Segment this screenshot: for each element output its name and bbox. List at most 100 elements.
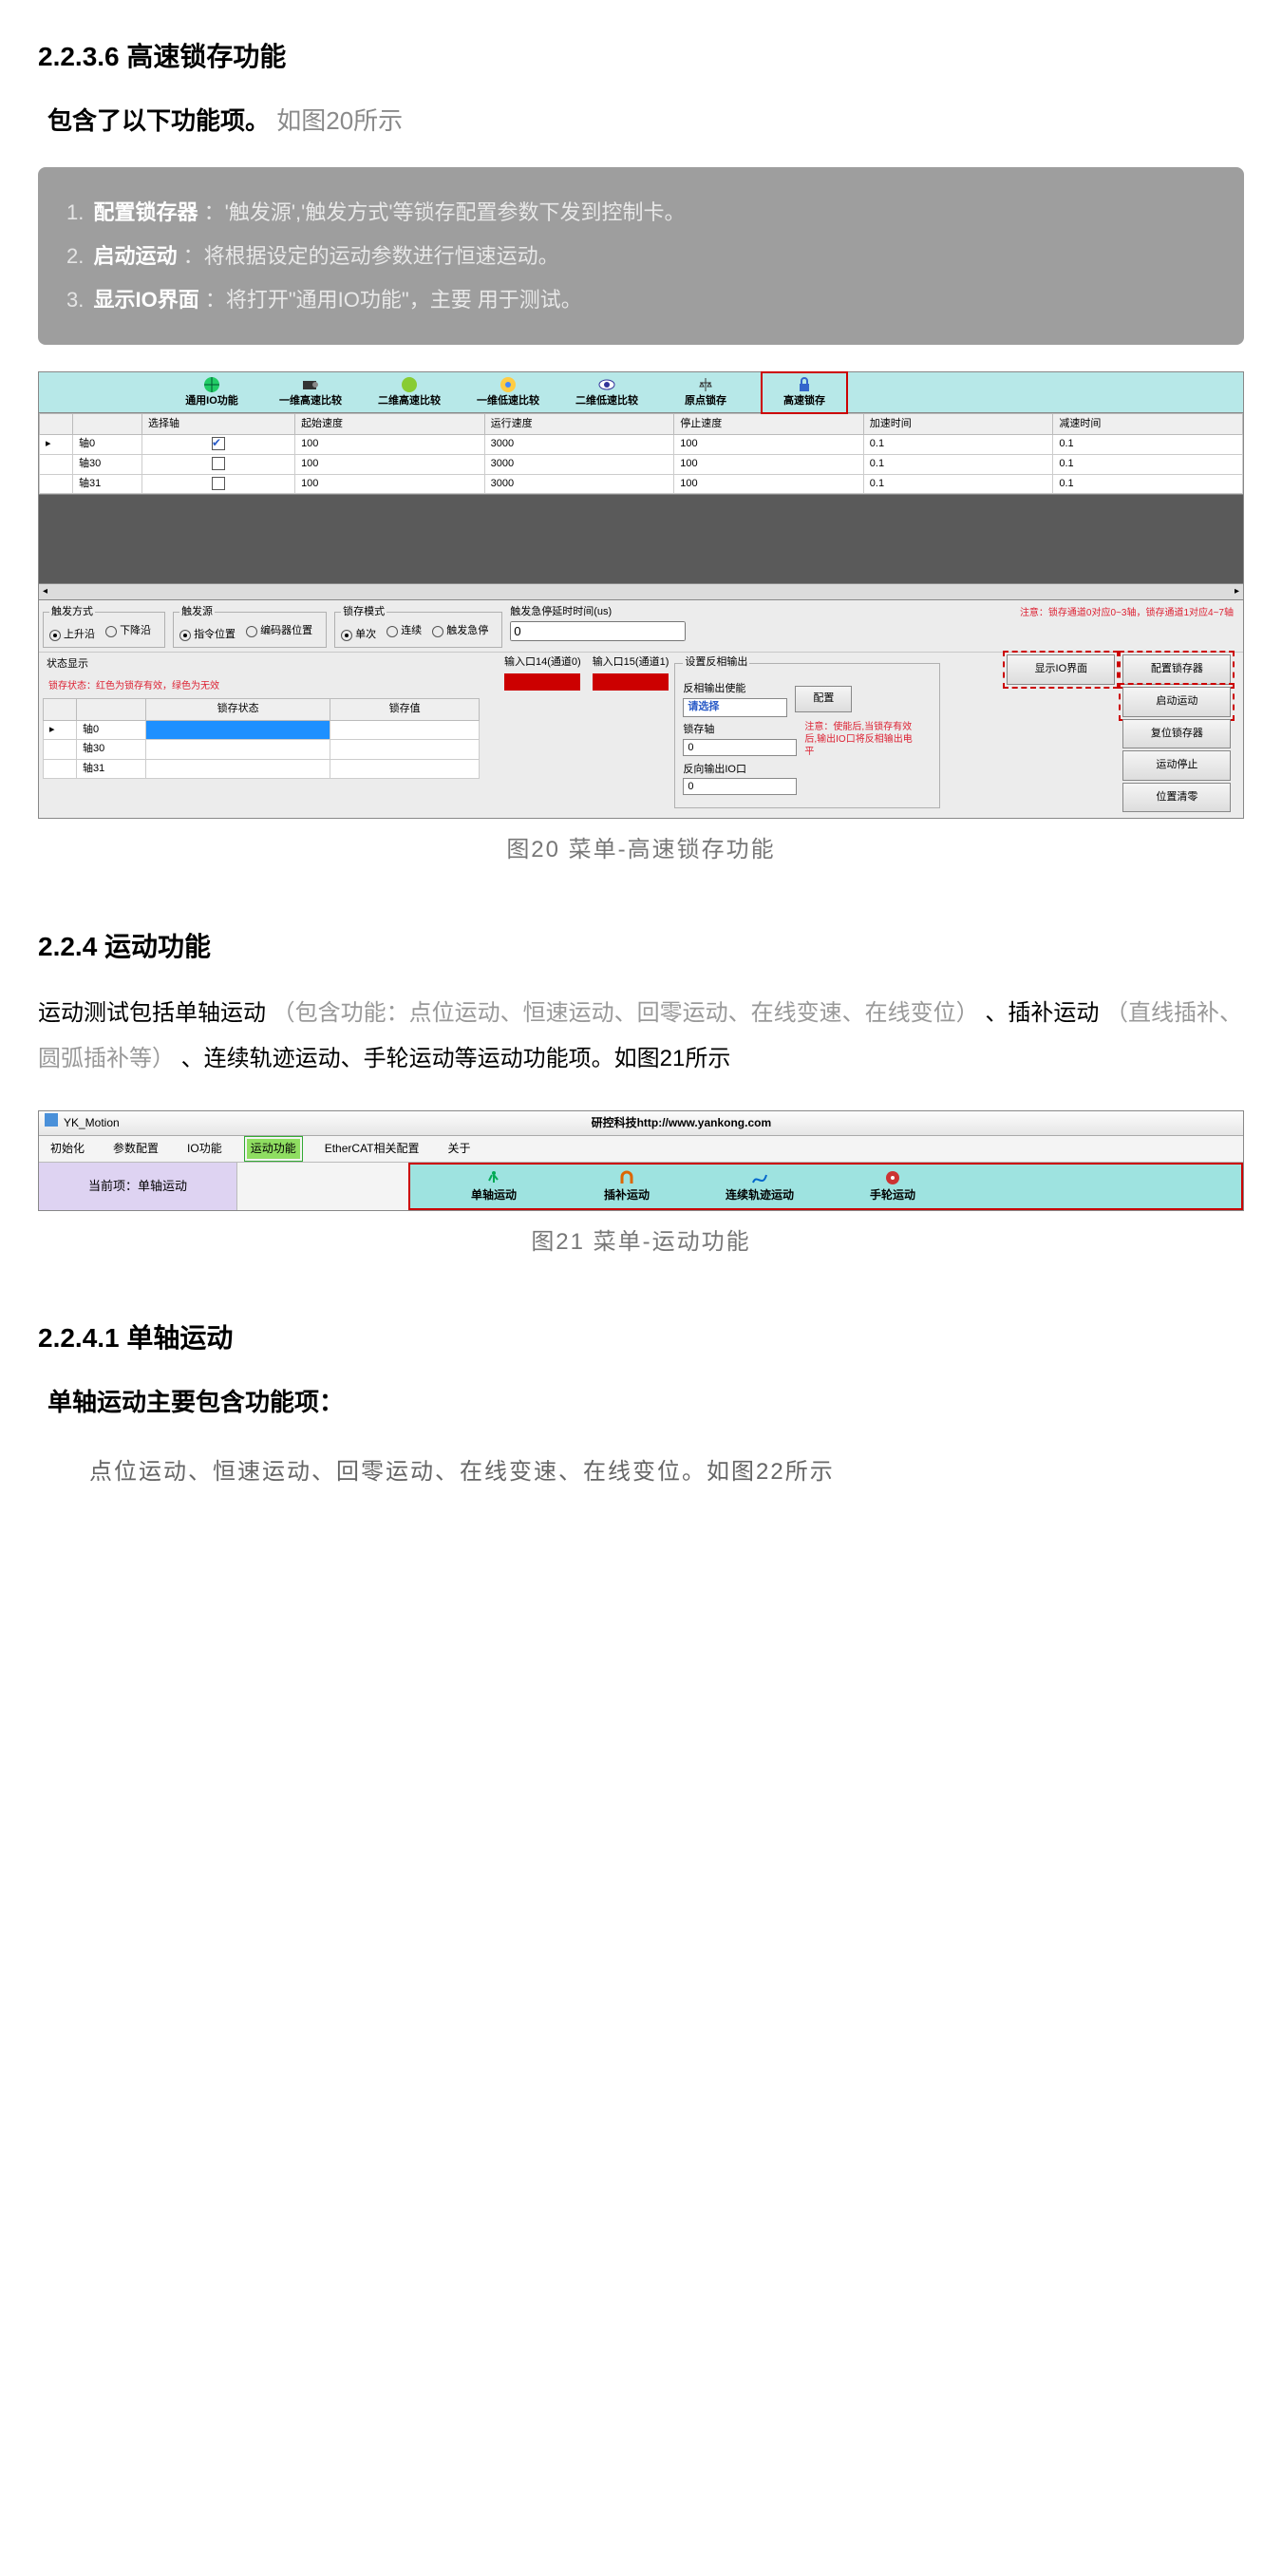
- tab-label: 插补运动: [604, 1186, 650, 1204]
- menu-motion[interactable]: 运动功能: [247, 1139, 300, 1159]
- trig-mode-box: 触发方式 上升沿 下降沿: [43, 604, 165, 648]
- cell-axis: 轴30: [73, 454, 142, 474]
- reverse-output-box: 设置反相输出 反相输出使能 请选择 配置 锁存轴 注意：使能后,当锁存有效后,输…: [674, 654, 940, 807]
- cell-axis: 轴31: [73, 474, 142, 494]
- menu-about[interactable]: 关于: [444, 1139, 475, 1159]
- horseshoe-icon: [617, 1168, 636, 1185]
- cell[interactable]: 100: [295, 435, 485, 455]
- table-row[interactable]: ▸轴0: [44, 720, 480, 740]
- radio-falling[interactable]: 下降沿: [105, 623, 151, 640]
- callout-desc: ：将打开"通用IO功能"，主要 用于测试。: [205, 288, 582, 312]
- cell[interactable]: 3000: [484, 435, 674, 455]
- rev-enable-label: 反相输出使能: [683, 681, 787, 698]
- tab-label: 手轮运动: [870, 1186, 915, 1204]
- table-row[interactable]: 轴30: [44, 740, 480, 760]
- cell[interactable]: 0.1: [1053, 454, 1243, 474]
- eye-icon: [597, 375, 616, 392]
- start-motion-button[interactable]: 启动运动: [1122, 687, 1231, 717]
- rev-enable-select[interactable]: 请选择: [683, 698, 787, 717]
- io-label-15: 输入口15(通道1): [593, 654, 669, 672]
- cell[interactable]: 0.1: [1053, 474, 1243, 494]
- table-row[interactable]: 轴31 100 3000 100 0.1 0.1: [40, 474, 1243, 494]
- table-row[interactable]: 轴30 100 3000 100 0.1 0.1: [40, 454, 1243, 474]
- menu-init[interactable]: 初始化: [47, 1139, 88, 1159]
- cell[interactable]: 0.1: [863, 474, 1053, 494]
- sub-2241: 单轴运动主要包含功能项：: [47, 1383, 1244, 1423]
- stop-motion-button[interactable]: 运动停止: [1122, 750, 1231, 781]
- toolbar-btn-general-io[interactable]: 通用IO功能: [172, 375, 252, 410]
- menu-params[interactable]: 参数配置: [109, 1139, 162, 1159]
- table-row[interactable]: 轴31: [44, 759, 480, 779]
- reset-latch-button[interactable]: 复位锁存器: [1122, 719, 1231, 749]
- checkbox-icon[interactable]: [212, 477, 225, 490]
- callout-title: 启动运动: [93, 244, 177, 268]
- toolbar-btn-1d-hs[interactable]: 一维高速比较: [271, 375, 350, 410]
- cell[interactable]: 100: [674, 474, 864, 494]
- toolbar-btn-origin-latch[interactable]: 原点锁存: [666, 375, 745, 410]
- cell[interactable]: 0.1: [863, 435, 1053, 455]
- scale-icon: [696, 375, 715, 392]
- table-row[interactable]: ▸ 轴0 100 3000 100 0.1 0.1: [40, 435, 1243, 455]
- trig-src-box: 触发源 指令位置 编码器位置: [173, 604, 327, 648]
- cell[interactable]: 100: [295, 474, 485, 494]
- radio-single[interactable]: 单次: [341, 627, 376, 644]
- tab-single-axis[interactable]: 单轴运动: [446, 1168, 541, 1204]
- radio-cmd-pos[interactable]: 指令位置: [179, 627, 236, 644]
- toolbar-label: 一维低速比较: [477, 393, 539, 410]
- toolbar-label: 原点锁存: [685, 393, 726, 410]
- lock-icon: [795, 375, 814, 392]
- sub-bold: 单轴运动主要包含功能项：: [47, 1388, 344, 1416]
- mid-note: 注意：使能后,当锁存有效后,输出IO口将反相输出电平: [804, 721, 918, 758]
- io-red-indicator: [504, 673, 580, 691]
- horizontal-scrollbar[interactable]: ◂▸: [39, 583, 1243, 599]
- tab-interp[interactable]: 插补运动: [579, 1168, 674, 1204]
- cell[interactable]: 100: [674, 454, 864, 474]
- camera-icon: [301, 375, 320, 392]
- checkbox-icon[interactable]: [212, 457, 225, 470]
- callout-num: 1.: [66, 200, 84, 224]
- clear-pos-button[interactable]: 位置清零: [1122, 783, 1231, 813]
- notice-channel: 注意：锁存通道0对应0~3轴，锁存通道1对应4~7轴: [693, 606, 1234, 621]
- config-button[interactable]: 配置: [795, 686, 852, 712]
- radio-enc-pos[interactable]: 编码器位置: [246, 623, 312, 640]
- cell[interactable]: 3000: [484, 474, 674, 494]
- th-dec-time: 减速时间: [1053, 413, 1243, 435]
- radio-cont[interactable]: 连续: [386, 623, 422, 640]
- axis-table[interactable]: 选择轴 起始速度 运行速度 停止速度 加速时间 减速时间 ▸ 轴0 100 30…: [39, 413, 1243, 494]
- radio-rising[interactable]: 上升沿: [49, 627, 95, 644]
- cell[interactable]: 3000: [484, 454, 674, 474]
- menubar: 初始化 参数配置 IO功能 运动功能 EtherCAT相关配置 关于: [39, 1136, 1243, 1163]
- radio-estop[interactable]: 触发急停: [432, 623, 488, 640]
- rev-io-label: 反向输出IO口: [683, 762, 797, 779]
- heading-2241: 2.2.4.1 单轴运动: [38, 1317, 1244, 1360]
- tab-handwheel[interactable]: 手轮运动: [845, 1168, 940, 1204]
- config-latch-button[interactable]: 配置锁存器: [1122, 654, 1231, 685]
- cell[interactable]: 100: [295, 454, 485, 474]
- estop-input[interactable]: [510, 621, 686, 641]
- cell[interactable]: 0.1: [1053, 435, 1243, 455]
- menu-ethercat[interactable]: EtherCAT相关配置: [321, 1139, 424, 1159]
- latch-axis-input[interactable]: [683, 739, 797, 756]
- checkbox-icon[interactable]: [212, 437, 225, 450]
- menu-io[interactable]: IO功能: [183, 1139, 226, 1159]
- para-seg: 、插补运动: [985, 1000, 1099, 1026]
- toolbar-btn-hs-latch[interactable]: 高速锁存: [764, 375, 844, 410]
- th-axis: [73, 413, 142, 435]
- rev-io-input[interactable]: [683, 778, 797, 795]
- th-latch-state: 锁存状态: [146, 698, 330, 720]
- estop-delay: 触发急停延时时间(us): [510, 604, 686, 641]
- th-select: 选择轴: [142, 413, 295, 435]
- cell[interactable]: 100: [674, 435, 864, 455]
- app-title: YK_Motion: [64, 1114, 120, 1132]
- show-io-button[interactable]: 显示IO界面: [1007, 654, 1115, 685]
- tab-continuous[interactable]: 连续轨迹运动: [712, 1168, 807, 1204]
- toolbar-btn-2d-ls[interactable]: 二维低速比较: [567, 375, 647, 410]
- window-titlebar: YK_Motion 研控科技http://www.yankong.com: [39, 1111, 1243, 1135]
- status-table[interactable]: 锁存状态 锁存值 ▸轴0 轴30 轴31: [43, 698, 480, 779]
- cell-axis: 轴0: [73, 435, 142, 455]
- toolbar-btn-1d-ls[interactable]: 一维低速比较: [468, 375, 548, 410]
- toolbar-label: 二维高速比较: [378, 393, 441, 410]
- toolbar-btn-2d-hs[interactable]: 二维高速比较: [369, 375, 449, 410]
- callout-box: 1. 配置锁存器 ：'触发源','触发方式'等锁存配置参数下发到控制卡。 2. …: [38, 167, 1244, 345]
- cell[interactable]: 0.1: [863, 454, 1053, 474]
